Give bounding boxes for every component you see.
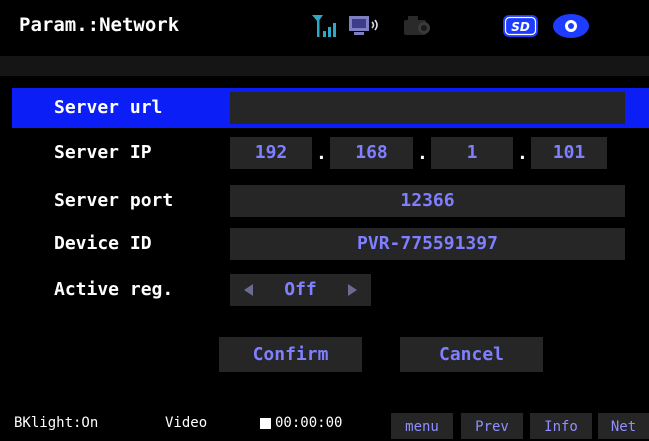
record-stop-icon (260, 418, 271, 429)
camera-icon (404, 16, 430, 35)
device-id-label: Device ID (54, 233, 152, 254)
record-timer: 00:00:00 (275, 415, 343, 431)
ip-separator: . (517, 143, 528, 164)
cancel-button[interactable]: Cancel (400, 337, 543, 372)
ip-separator: . (417, 143, 428, 164)
server-ip-octet-3[interactable]: 1 (431, 137, 513, 169)
backlight-status: BKlight:On (14, 415, 99, 431)
server-port-input[interactable]: 12366 (230, 185, 625, 217)
device-id-row: Device ID PVR-775591397 (12, 224, 649, 264)
active-reg-selector[interactable]: Off (230, 274, 371, 306)
device-id-input[interactable]: PVR-775591397 (230, 228, 625, 260)
server-port-row: Server port 12366 (12, 181, 649, 221)
server-ip-row: Server IP 192 . 168 . 1 . 101 (12, 133, 649, 173)
mode-status: Video (165, 415, 208, 431)
server-url-label: Server url (54, 97, 163, 118)
page-title: Param.:Network (19, 14, 180, 36)
server-url-input[interactable] (230, 92, 625, 124)
server-port-label: Server port (54, 190, 174, 211)
ip-separator: . (316, 143, 327, 164)
status-bar: BKlight:On Video 00:00:00 menu Prev Info… (0, 407, 649, 439)
server-ip-octet-1[interactable]: 192 (230, 137, 312, 169)
speaker-monitor-icon (349, 16, 378, 35)
svg-text:SD: SD (511, 20, 530, 34)
arrow-right-icon[interactable] (348, 284, 357, 296)
server-url-row[interactable]: Server url (12, 88, 649, 128)
signal-icon (312, 15, 336, 37)
softkey-prev[interactable]: Prev (461, 413, 523, 439)
softkey-info[interactable]: Info (530, 413, 592, 439)
active-reg-row: Active reg. Off (12, 270, 649, 310)
server-ip-label: Server IP (54, 142, 152, 163)
active-reg-label: Active reg. (54, 279, 174, 300)
server-ip-octet-4[interactable]: 101 (531, 137, 607, 169)
server-ip-octet-2[interactable]: 168 (330, 137, 413, 169)
record-disc-icon (553, 14, 589, 38)
header-divider (0, 56, 649, 76)
header: Param.:Network SD (0, 0, 649, 50)
softkey-net[interactable]: Net (598, 413, 649, 439)
sd-card-icon: SD (503, 15, 538, 37)
softkey-menu[interactable]: menu (391, 413, 453, 439)
confirm-button[interactable]: Confirm (219, 337, 362, 372)
